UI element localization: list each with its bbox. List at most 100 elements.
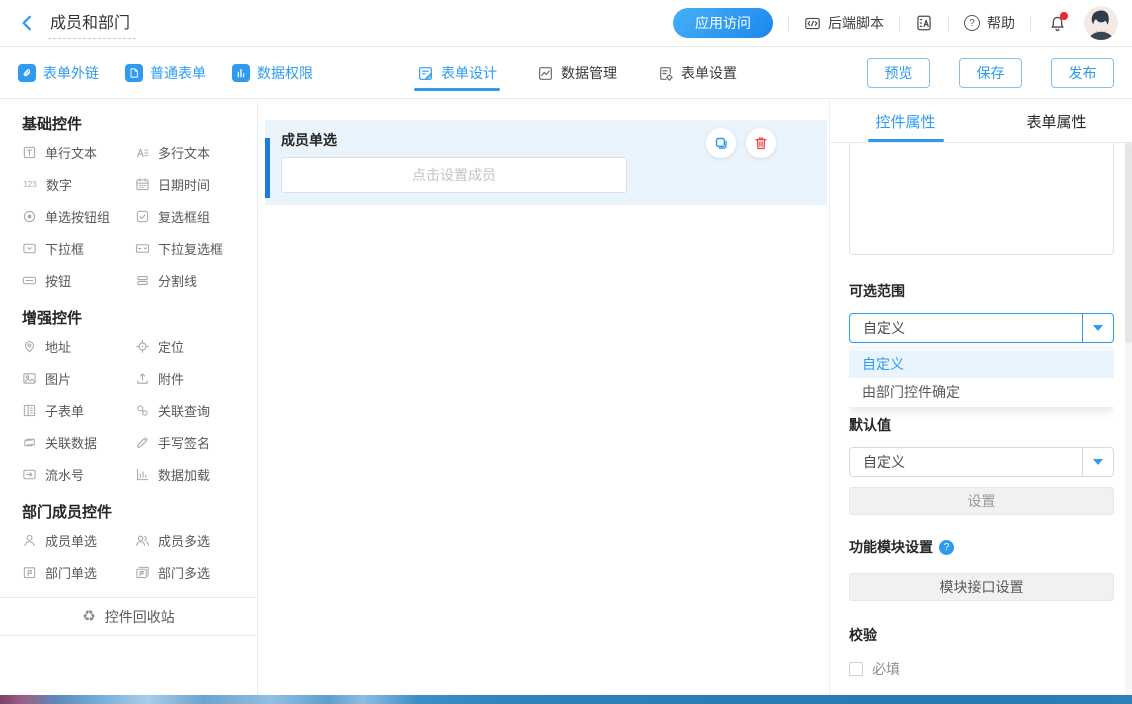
widget-image[interactable]: 图片 xyxy=(22,362,135,394)
user-avatar[interactable] xyxy=(1084,6,1118,40)
widget-group-title-enhanced: 增强控件 xyxy=(22,308,257,330)
departments-icon xyxy=(135,565,150,580)
description-box[interactable] xyxy=(849,143,1114,255)
widget-number[interactable]: 数字 xyxy=(22,168,135,200)
required-checkbox-row[interactable]: 必填 xyxy=(849,659,1114,679)
form-canvas[interactable]: 成员单选 点击设置成员 xyxy=(259,100,829,695)
default-value-label: 默认值 xyxy=(849,415,1114,435)
member-picker-input[interactable]: 点击设置成员 xyxy=(281,157,627,193)
option-by-department[interactable]: 由部门控件确定 xyxy=(849,378,1114,406)
map-pin-icon xyxy=(22,339,37,354)
help-question-badge[interactable] xyxy=(939,540,954,555)
widget-multi-line-text[interactable]: 多行文本 xyxy=(135,136,257,168)
widget-dept-multi[interactable]: 部门多选 xyxy=(135,556,257,588)
selection-indicator xyxy=(265,138,270,198)
range-select-arrow[interactable] xyxy=(1082,314,1113,342)
data-manage-icon xyxy=(537,65,554,82)
widget-member-multi[interactable]: 成员多选 xyxy=(135,524,257,556)
save-button[interactable]: 保存 xyxy=(959,58,1022,88)
widget-button[interactable]: 按钮 xyxy=(22,264,135,296)
copy-field-button[interactable] xyxy=(706,128,736,158)
tab-form-props[interactable]: 表单属性 xyxy=(981,100,1132,142)
tab-form-design[interactable]: 表单设计 xyxy=(417,48,497,98)
range-select[interactable]: 自定义 xyxy=(849,313,1114,343)
help-label: 帮助 xyxy=(987,13,1015,33)
widget-subform[interactable]: 子表单 xyxy=(22,394,135,426)
radio-icon xyxy=(22,209,37,224)
widget-related-data[interactable]: 关联数据 xyxy=(22,426,135,458)
top-bar: 成员和部门 应用访问 后端脚本 帮助 xyxy=(0,0,1132,47)
toolbar-left-group: 表单外链 普通表单 数据权限 xyxy=(18,63,313,83)
divider xyxy=(948,16,949,31)
widget-dept-single[interactable]: 部门单选 xyxy=(22,556,135,588)
recycle-icon xyxy=(82,609,95,624)
person-icon xyxy=(22,533,37,548)
calendar-icon xyxy=(135,177,150,192)
recycle-bin-button[interactable]: 控件回收站 xyxy=(0,597,257,636)
checkbox-icon xyxy=(135,209,150,224)
form-settings-icon xyxy=(657,65,674,82)
widget-grid-enhanced: 地址 定位 图片 附件 子表单 关联查询 关联数据 手写签名 流水号 数据加载 xyxy=(22,330,257,490)
widget-member-single[interactable]: 成员单选 xyxy=(22,524,135,556)
nav-label: 普通表单 xyxy=(150,63,206,83)
option-custom[interactable]: 自定义 xyxy=(849,350,1114,378)
widget-signature[interactable]: 手写签名 xyxy=(135,426,257,458)
widget-multi-select[interactable]: 下拉复选框 xyxy=(135,232,257,264)
divider xyxy=(788,16,789,31)
checkbox-icon[interactable] xyxy=(849,662,863,676)
widget-divider[interactable]: 分割线 xyxy=(135,264,257,296)
widget-single-line-text[interactable]: 单行文本 xyxy=(22,136,135,168)
center-tab-group: 表单设计 数据管理 表单设置 xyxy=(417,48,737,98)
desktop-wallpaper-strip xyxy=(0,695,1132,704)
app-access-button[interactable]: 应用访问 xyxy=(673,8,773,38)
default-value-select[interactable]: 自定义 xyxy=(849,447,1114,477)
subform-icon xyxy=(22,403,37,418)
avatar-image xyxy=(1084,6,1118,40)
divider-icon xyxy=(135,273,150,288)
nav-data-permission[interactable]: 数据权限 xyxy=(232,63,313,83)
tab-widget-props[interactable]: 控件属性 xyxy=(830,100,981,142)
multi-select-icon xyxy=(135,241,150,256)
notification-bell-button[interactable] xyxy=(1046,12,1068,34)
module-api-button[interactable]: 模块接口设置 xyxy=(849,573,1114,601)
delete-field-button[interactable] xyxy=(746,128,776,158)
bar-chart-icon xyxy=(232,64,250,82)
locate-icon xyxy=(135,339,150,354)
scrollbar-thumb[interactable] xyxy=(1125,143,1132,343)
chevron-left-icon xyxy=(18,14,36,32)
widget-related-query[interactable]: 关联查询 xyxy=(135,394,257,426)
publish-button[interactable]: 发布 xyxy=(1051,58,1114,88)
preview-button[interactable]: 预览 xyxy=(867,58,930,88)
widget-select[interactable]: 下拉框 xyxy=(22,232,135,264)
form-icon xyxy=(125,64,143,82)
widget-attachment[interactable]: 附件 xyxy=(135,362,257,394)
image-icon xyxy=(22,371,37,386)
range-select-value: 自定义 xyxy=(850,318,905,338)
docs-button[interactable] xyxy=(915,14,933,32)
form-title[interactable]: 成员和部门 xyxy=(48,7,136,39)
recycle-label: 控件回收站 xyxy=(105,607,175,627)
nav-label: 表单外链 xyxy=(43,63,99,83)
widget-serial-number[interactable]: 流水号 xyxy=(22,458,135,490)
backend-script-button[interactable]: 后端脚本 xyxy=(804,13,884,33)
help-button[interactable]: 帮助 xyxy=(964,13,1015,33)
tab-form-settings[interactable]: 表单设置 xyxy=(657,48,737,98)
widget-data-load[interactable]: 数据加载 xyxy=(135,458,257,490)
nav-normal-form[interactable]: 普通表单 xyxy=(125,63,206,83)
panel-scrollbar[interactable] xyxy=(1125,143,1132,695)
select-icon xyxy=(22,241,37,256)
code-icon xyxy=(804,15,821,32)
tab-data-management[interactable]: 数据管理 xyxy=(537,48,617,98)
caret-down-icon xyxy=(1093,459,1103,465)
default-select-arrow[interactable] xyxy=(1082,448,1113,476)
nav-form-external-link[interactable]: 表单外链 xyxy=(18,63,99,83)
form-toolbar: 表单外链 普通表单 数据权限 表单设计 数据管理 表单设置 xyxy=(0,48,1132,99)
widget-checkbox-group[interactable]: 复选框组 xyxy=(135,200,257,232)
widget-radio-group[interactable]: 单选按钮组 xyxy=(22,200,135,232)
selected-field-card[interactable]: 成员单选 点击设置成员 xyxy=(265,120,827,205)
widget-address[interactable]: 地址 xyxy=(22,330,135,362)
set-default-button[interactable]: 设置 xyxy=(849,487,1114,515)
widget-datetime[interactable]: 日期时间 xyxy=(135,168,257,200)
widget-location[interactable]: 定位 xyxy=(135,330,257,362)
back-button[interactable] xyxy=(14,10,40,36)
